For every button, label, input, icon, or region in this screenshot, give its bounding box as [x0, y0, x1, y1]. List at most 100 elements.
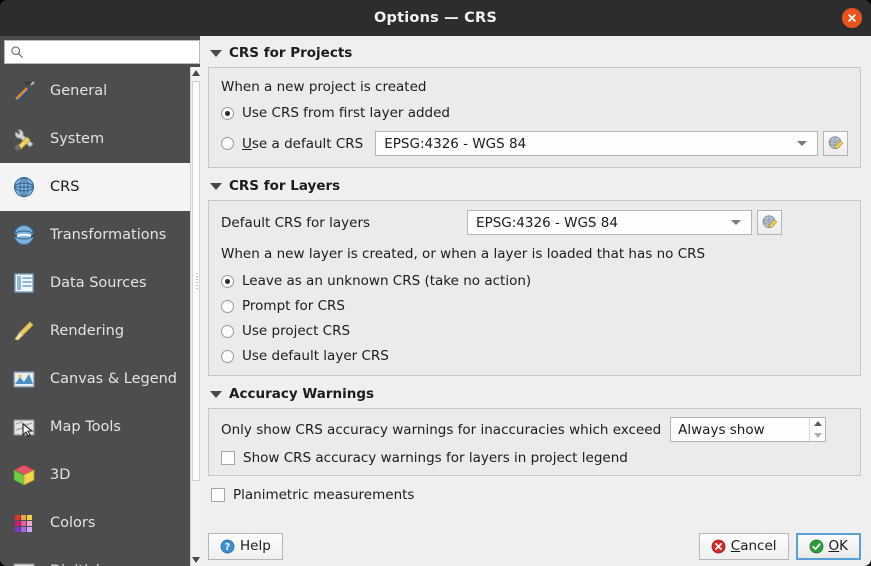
sidebar-item-label: Rendering	[50, 323, 125, 339]
checkbox-label: Show CRS accuracy warnings for layers in…	[243, 450, 628, 466]
sidebar-item-crs[interactable]: CRS	[0, 163, 190, 211]
sidebar-item-system[interactable]: System	[0, 115, 190, 163]
cube-icon	[10, 461, 38, 489]
crs-for-layers-header[interactable]: CRS for Layers	[208, 175, 861, 197]
search-input[interactable]	[28, 45, 199, 59]
accuracy-threshold-value: Always show	[678, 421, 765, 438]
new-layer-intro: When a new layer is created, or when a l…	[221, 246, 706, 262]
map-cursor-icon	[10, 413, 38, 441]
chevron-down-icon	[731, 220, 742, 225]
mnemonic-letter: O	[828, 538, 840, 554]
sidebar-item-3d[interactable]: 3D	[0, 451, 190, 499]
prompt-for-crs-row[interactable]: Prompt for CRS	[221, 298, 848, 314]
group-title: Accuracy Warnings	[229, 386, 375, 402]
crs-for-projects-header[interactable]: CRS for Projects	[208, 42, 861, 64]
help-icon: ?	[220, 539, 235, 554]
sidebar-item-label: System	[50, 131, 105, 147]
spinner-up-icon[interactable]	[810, 418, 825, 430]
chevron-down-icon	[210, 182, 222, 190]
use-crs-from-first-layer-row[interactable]: Use CRS from first layer added	[221, 105, 848, 121]
accuracy-warnings-group: Only show CRS accuracy warnings for inac…	[208, 408, 861, 476]
cancel-icon	[711, 539, 726, 554]
radio-use-a-default-crs[interactable]	[221, 137, 234, 150]
select-crs-button-layer[interactable]	[757, 210, 783, 235]
radio-leave-as-unknown-crs[interactable]	[221, 274, 234, 288]
sidebar-item-digitizing[interactable]: Digitizing	[0, 547, 190, 566]
globe-select-icon	[828, 136, 844, 150]
sidebar: General System CRS Transformations Data …	[0, 36, 201, 566]
ok-button-label: OK	[829, 538, 849, 554]
radio-label: Use a default CRS	[242, 136, 363, 152]
sidebar-item-label: General	[50, 83, 108, 99]
hammer-wrench-icon	[10, 77, 38, 105]
checkbox-planimetric-measurements[interactable]	[211, 488, 225, 502]
accuracy-threshold-spinner[interactable]: Always show	[670, 417, 827, 442]
sidebar-item-label: Canvas & Legend	[50, 371, 178, 387]
sidebar-item-canvas-legend[interactable]: Canvas & Legend	[0, 355, 190, 403]
mnemonic-letter: C	[730, 538, 741, 554]
checkbox-show-accuracy-warnings-legend[interactable]	[221, 451, 235, 465]
accuracy-warnings-header[interactable]: Accuracy Warnings	[208, 383, 861, 405]
globe-icon	[10, 173, 38, 201]
chevron-down-icon	[797, 141, 807, 146]
layer-default-crs-value: EPSG:4326 - WGS 84	[476, 214, 618, 231]
leave-unknown-crs-row[interactable]: Leave as an unknown CRS (take no action)	[221, 273, 848, 289]
sidebar-item-general[interactable]: General	[0, 67, 190, 115]
search-box[interactable]	[4, 40, 200, 64]
ok-button[interactable]: OK	[795, 532, 861, 560]
title-bar: Options — CRS	[0, 0, 871, 36]
show-accuracy-warnings-legend-row[interactable]: Show CRS accuracy warnings for layers in…	[221, 450, 848, 466]
help-button-label: Help	[240, 538, 271, 554]
radio-label: Prompt for CRS	[242, 298, 345, 314]
use-project-crs-row[interactable]: Use project CRS	[221, 323, 848, 339]
use-default-crs-row[interactable]: Use a default CRS EPSG:4326 - WGS 84	[221, 131, 848, 156]
crs-for-projects-group: When a new project is created Use CRS fr…	[208, 67, 861, 168]
window-title: Options — CRS	[374, 10, 497, 26]
svg-text:?: ?	[225, 541, 230, 552]
project-default-crs-combo[interactable]: EPSG:4326 - WGS 84	[375, 131, 818, 156]
default-crs-for-layers-row: Default CRS for layers EPSG:4326 - WGS 8…	[221, 210, 848, 235]
spinner-down-icon[interactable]	[810, 430, 825, 442]
mnemonic-letter: U	[242, 135, 252, 152]
close-glyph	[848, 14, 856, 22]
chevron-down-icon	[210, 390, 222, 398]
use-default-layer-crs-row[interactable]: Use default layer CRS	[221, 348, 848, 364]
radio-use-default-layer-crs[interactable]	[221, 349, 234, 363]
radio-label-rest: se a default CRS	[251, 135, 364, 152]
close-icon[interactable]	[842, 8, 862, 28]
layer-default-crs-combo[interactable]: EPSG:4326 - WGS 84	[467, 210, 753, 235]
radio-label: Use default layer CRS	[242, 348, 389, 364]
sidebar-item-map-tools[interactable]: Map Tools	[0, 403, 190, 451]
project-default-crs-value: EPSG:4326 - WGS 84	[384, 135, 527, 152]
planimetric-measurements-row[interactable]: Planimetric measurements	[211, 487, 861, 503]
sidebar-scrollbar[interactable]	[190, 67, 201, 566]
options-main-panel: CRS for Projects When a new project is c…	[200, 36, 871, 566]
sidebar-item-rendering[interactable]: Rendering	[0, 307, 190, 355]
sidebar-item-label: Colors	[50, 515, 96, 531]
ok-button-rest: K	[839, 538, 848, 554]
cancel-button-label: Cancel	[731, 538, 777, 554]
accuracy-threshold-label: Only show CRS accuracy warnings for inac…	[221, 421, 662, 438]
group-title: CRS for Projects	[229, 45, 353, 61]
radio-prompt-for-crs[interactable]	[221, 299, 234, 313]
color-swatches-icon	[10, 509, 38, 537]
sidebar-nav-list: General System CRS Transformations Data …	[0, 67, 190, 566]
sidebar-item-transformations[interactable]: Transformations	[0, 211, 190, 259]
help-button[interactable]: ? Help	[208, 532, 283, 560]
new-project-intro: When a new project is created	[221, 79, 427, 95]
scrollbar-grip	[196, 273, 198, 289]
globe-arrows-icon	[10, 221, 38, 249]
sidebar-item-label: CRS	[50, 179, 80, 195]
sidebar-item-data-sources[interactable]: Data Sources	[0, 259, 190, 307]
accuracy-threshold-row: Only show CRS accuracy warnings for inac…	[221, 417, 848, 442]
radio-use-project-crs[interactable]	[221, 324, 234, 338]
sidebar-item-colors[interactable]: Colors	[0, 499, 190, 547]
sidebar-scrollbar-thumb[interactable]	[192, 81, 200, 481]
radio-use-crs-from-first-layer[interactable]	[221, 106, 234, 120]
select-crs-button-project[interactable]	[823, 131, 848, 156]
cancel-button[interactable]: Cancel	[698, 532, 789, 560]
group-title: CRS for Layers	[229, 178, 341, 194]
sidebar-item-label: Data Sources	[50, 275, 147, 291]
map-canvas-icon	[10, 365, 38, 393]
options-dialog: Options — CRS General System CRS Transfo…	[0, 0, 871, 566]
